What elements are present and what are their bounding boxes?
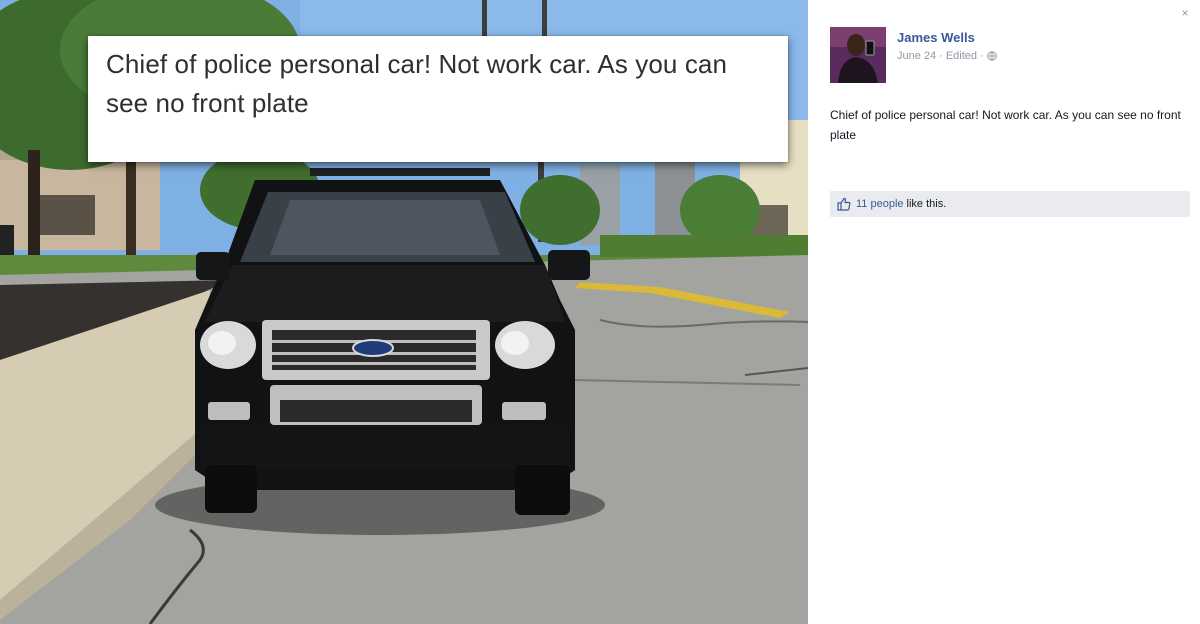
post-sidebar: × James Wells June 24 · Edited · Chief o… bbox=[808, 0, 1200, 624]
avatar-photo bbox=[830, 27, 886, 83]
author-name[interactable]: James Wells bbox=[897, 30, 975, 45]
photo-caption-text: Chief of police personal car! Not work c… bbox=[106, 49, 728, 118]
thumbs-up-icon[interactable] bbox=[837, 197, 851, 211]
likes-summary: 11 people like this. bbox=[830, 191, 1190, 217]
meta-separator: · bbox=[939, 50, 943, 62]
post-photo[interactable]: Chief of police personal car! Not work c… bbox=[0, 0, 808, 624]
meta-separator: · bbox=[980, 50, 984, 62]
photo-caption-overlay: Chief of police personal car! Not work c… bbox=[88, 36, 788, 162]
likes-suffix: like this. bbox=[906, 198, 947, 210]
post-meta: June 24 · Edited · bbox=[897, 50, 997, 62]
globe-icon[interactable] bbox=[987, 51, 997, 61]
close-icon[interactable]: × bbox=[1178, 6, 1192, 20]
edited-label[interactable]: Edited bbox=[946, 50, 977, 62]
likes-count-link[interactable]: 11 people bbox=[856, 198, 904, 210]
post-body-text: Chief of police personal car! Not work c… bbox=[830, 108, 1181, 142]
avatar[interactable] bbox=[830, 27, 886, 83]
post-date[interactable]: June 24 bbox=[897, 50, 936, 62]
